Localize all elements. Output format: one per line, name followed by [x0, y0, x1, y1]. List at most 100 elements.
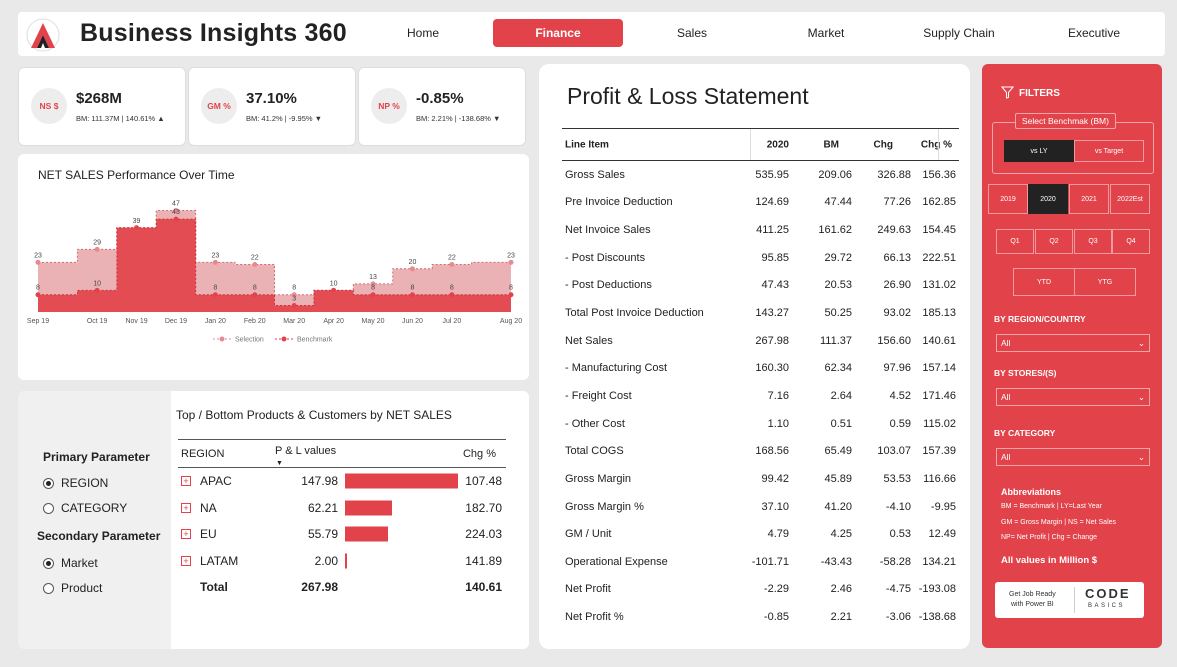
radio-button[interactable] [43, 477, 54, 489]
radio-button[interactable] [43, 502, 54, 514]
region-name: APAC [200, 474, 232, 489]
selection-data-label: 8 [509, 285, 513, 292]
selection-point [331, 287, 337, 293]
radio-category[interactable]: CATEGORY [43, 501, 127, 515]
quarter-q3-button[interactable]: Q3 [1074, 229, 1112, 254]
chg-pct-value: 156.36 [922, 168, 956, 181]
selection-data-label: 8 [411, 285, 415, 292]
header-year[interactable]: 2020 [767, 139, 789, 150]
quarter-q4-button[interactable]: Q4 [1112, 229, 1150, 254]
line-item: Total COGS [565, 445, 624, 458]
benchmark-point [35, 259, 41, 265]
tab-executive[interactable]: Executive [1029, 19, 1159, 47]
tab-home[interactable]: Home [358, 19, 488, 47]
parameter-panel: Primary Parameter REGION CATEGORY Second… [18, 391, 171, 649]
x-tick-label: Nov 19 [125, 318, 147, 325]
x-tick-label: Aug 20 [500, 318, 522, 325]
radio-label: Product [61, 581, 103, 595]
value-bar [345, 473, 458, 489]
ytd-button[interactable]: YTD [1013, 268, 1075, 296]
radio-market[interactable]: Market [43, 556, 98, 570]
bm-value: 41.20 [824, 500, 852, 513]
year-value: 99.42 [761, 472, 789, 485]
header-chg-pct[interactable]: Chg % [921, 139, 952, 150]
abbreviations-title: Abbreviations [1001, 487, 1062, 497]
kpi-value: 37.10% [246, 90, 297, 107]
benchmark-point [252, 261, 258, 267]
bm-value: 2.46 [830, 583, 852, 596]
chg-pct-value: 12.49 [928, 528, 956, 541]
year-value: 143.27 [755, 307, 789, 320]
benchmark-data-label: 22 [448, 254, 456, 261]
codebasics-promo[interactable]: Get Job Ready with Power BI CODE BASICS [995, 582, 1144, 618]
radio-label: REGION [61, 476, 109, 490]
products-rows: + APAC 147.98 107.48 + NA 62.21 182.70 + EU 55.79 2… [178, 468, 506, 574]
stores-dropdown[interactable]: All ⌄ [996, 388, 1150, 406]
selection-data-label: 8 [36, 285, 40, 292]
selection-data-label: 3 [292, 296, 296, 303]
benchmark-vs-ly-button[interactable]: vs LY [1004, 140, 1074, 162]
region-dropdown[interactable]: All ⌄ [996, 334, 1150, 352]
pl-table-header: Line Item 2020 BM Chg Chg % [562, 128, 959, 161]
radio-product[interactable]: Product [43, 581, 102, 595]
header-chg[interactable]: Chg [874, 139, 893, 150]
table-row[interactable]: + APAC 147.98 107.48 [178, 468, 506, 495]
radio-region[interactable]: REGION [43, 476, 108, 490]
benchmark-vs-target-button[interactable]: vs Target [1074, 140, 1144, 162]
tab-market[interactable]: Market [761, 19, 891, 47]
year-value: 95.85 [761, 251, 789, 264]
quarter-q2-button[interactable]: Q2 [1035, 229, 1073, 254]
header-region[interactable]: REGION [181, 448, 224, 460]
chg-pct-value: 134.21 [922, 555, 956, 568]
kpi-value: $268M [76, 90, 122, 107]
pl-row: Gross Margin % 37.10 41.20 -4.10 -9.95 [562, 493, 959, 521]
table-row[interactable]: + EU 55.79 224.03 [178, 521, 506, 548]
header-bm[interactable]: BM [823, 139, 839, 150]
chg-pct-value: 157.39 [922, 445, 956, 458]
selection-data-label: 8 [213, 285, 217, 292]
category-dropdown[interactable]: All ⌄ [996, 448, 1150, 466]
header-line-item[interactable]: Line Item [565, 139, 609, 150]
x-tick-label: Mar 20 [283, 318, 305, 325]
bm-value: 2.64 [830, 389, 852, 402]
expand-icon[interactable]: + [181, 502, 191, 513]
header-pl-values[interactable]: P & L values [275, 445, 336, 457]
expand-icon[interactable]: + [181, 555, 191, 566]
pl-row: - Post Deductions 47.43 20.53 26.90 131.02 [562, 272, 959, 300]
pl-row: Pre Invoice Deduction 124.69 47.44 77.26 162… [562, 189, 959, 217]
chg-value: 182.70 [465, 500, 502, 515]
x-tick-label: Oct 19 [87, 318, 108, 325]
year-2022est-button[interactable]: 2022Est [1110, 184, 1150, 214]
chg-pct-value: 222.51 [922, 251, 956, 264]
tab-supply-chain[interactable]: Supply Chain [894, 19, 1024, 47]
line-item: GM / Unit [565, 528, 612, 541]
expand-icon[interactable]: + [181, 476, 191, 487]
tab-finance[interactable]: Finance [493, 19, 623, 47]
year-value: 535.95 [755, 168, 789, 181]
header-chg[interactable]: Chg % [463, 448, 496, 460]
tab-sales[interactable]: Sales [627, 19, 757, 47]
chg-pct-value: 157.14 [922, 362, 956, 375]
table-row[interactable]: + LATAM 2.00 141.89 [178, 548, 506, 575]
category-dropdown-value: All [1001, 452, 1011, 462]
expand-icon[interactable]: + [181, 529, 191, 540]
bm-value: 161.62 [818, 224, 852, 237]
radio-button[interactable] [43, 582, 54, 594]
chevron-down-icon: ⌄ [1137, 337, 1145, 348]
kpi-net-sales: NS $ $268M BM: 111.37M | 140.61% ▲ [18, 67, 186, 146]
quarter-q1-button[interactable]: Q1 [996, 229, 1034, 254]
pl-row: Total Post Invoice Deduction 143.27 50.25 9… [562, 299, 959, 327]
year-2021-button[interactable]: 2021 [1069, 184, 1109, 214]
chg-value: 4.52 [889, 389, 911, 402]
chg-value: 93.02 [883, 307, 911, 320]
year-2019-button[interactable]: 2019 [988, 184, 1028, 214]
pl-row: - Freight Cost 7.16 2.64 4.52 171.46 [562, 382, 959, 410]
radio-button[interactable] [43, 557, 54, 569]
kpi-subtext: BM: 41.2% | -9.95% ▼ [246, 114, 323, 123]
total-value: 267.98 [301, 580, 338, 595]
benchmark-data-label: 8 [292, 285, 296, 292]
year-2020-button[interactable]: 2020 [1028, 184, 1068, 214]
pl-table: Line Item 2020 BM Chg Chg % Gross Sales 5… [562, 128, 959, 631]
table-row[interactable]: + NA 62.21 182.70 [178, 495, 506, 522]
ytg-button[interactable]: YTG [1074, 268, 1136, 296]
